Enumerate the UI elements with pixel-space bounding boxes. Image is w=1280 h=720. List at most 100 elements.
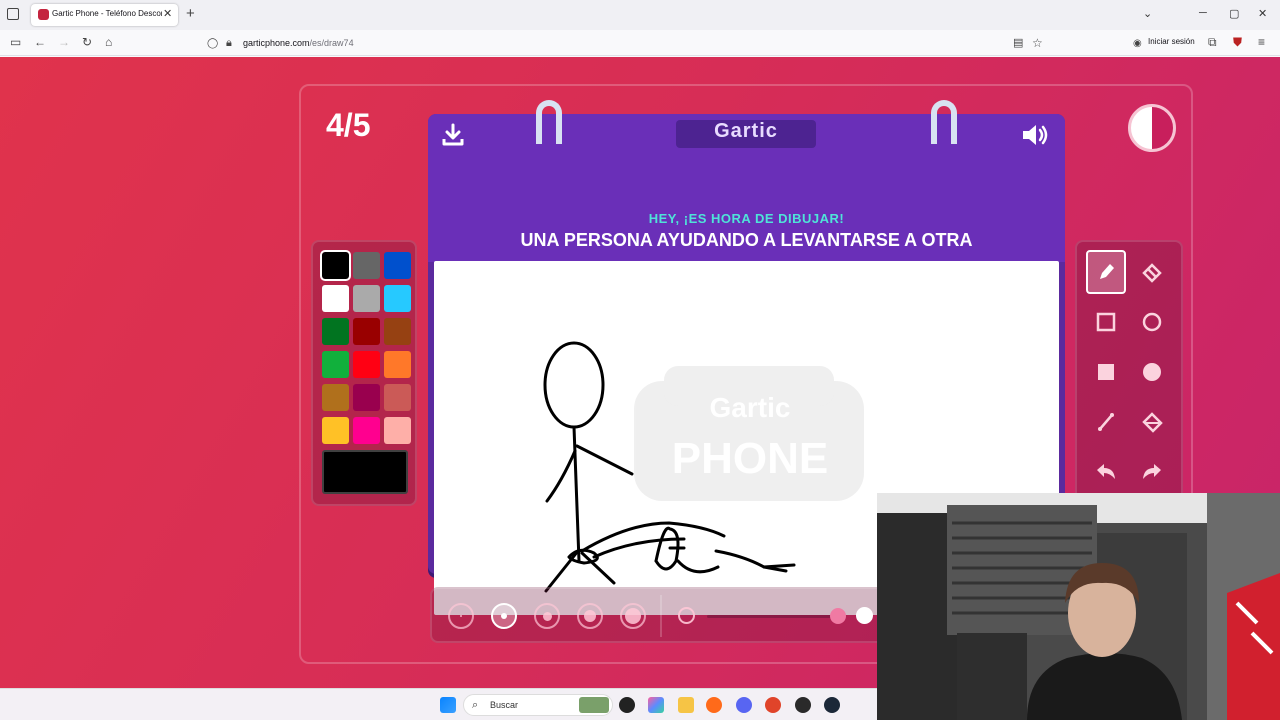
- browser-navbar: ▭ ← → ↻ ⌂ ◯ 🔒︎ garticphone.com/es/draw74…: [0, 30, 1280, 56]
- search-icon: ⌕: [472, 699, 479, 711]
- size-dot: [542, 611, 552, 621]
- reload-icon[interactable]: ↻: [82, 35, 92, 49]
- color-swatch[interactable]: [384, 384, 411, 411]
- brush-size-4[interactable]: [577, 603, 603, 629]
- contrast-toggle-icon[interactable]: [1128, 104, 1176, 152]
- new-tab-button[interactable]: +: [186, 6, 195, 22]
- draw-prompt: UNA PERSONA AYUDANDO A LEVANTARSE A OTRA: [520, 230, 973, 250]
- draw-subtitle: HEY, ¡ES HORA DE DIBUJAR!: [648, 211, 845, 226]
- opacity-slider-thumb[interactable]: [830, 608, 846, 624]
- round-counter: 4/5: [326, 107, 371, 143]
- size-dot: [584, 610, 596, 622]
- color-swatch[interactable]: [322, 417, 349, 444]
- window-close-icon[interactable]: ✕: [1258, 7, 1267, 20]
- back-arrow-icon[interactable]: ←: [34, 35, 46, 49]
- rectangle-filled-icon[interactable]: [1086, 350, 1126, 394]
- color-swatch[interactable]: [322, 318, 349, 345]
- color-swatch[interactable]: [353, 285, 380, 312]
- brush-size-1[interactable]: [448, 603, 474, 629]
- menu-icon[interactable]: ≡: [1258, 35, 1265, 49]
- color-swatch[interactable]: [384, 417, 411, 444]
- browser-tab[interactable]: Gartic Phone - Teléfono Descon ✕: [31, 4, 178, 26]
- rectangle-outline-icon[interactable]: [1086, 300, 1126, 344]
- windows-taskbar: ⌕ Buscar: [0, 688, 877, 720]
- file-explorer-icon[interactable]: [678, 697, 694, 713]
- reader-view-icon[interactable]: ▤: [1013, 36, 1023, 50]
- app-icon[interactable]: [619, 697, 635, 713]
- url-domain: garticphone.com: [243, 38, 310, 48]
- sidebar-toggle-icon[interactable]: ▭: [10, 35, 21, 49]
- redo-icon[interactable]: [1132, 450, 1172, 494]
- copilot-icon[interactable]: [648, 697, 664, 713]
- color-swatch[interactable]: [322, 384, 349, 411]
- bar-divider: [660, 595, 662, 637]
- tab-list-icon[interactable]: [7, 8, 19, 20]
- obs-icon[interactable]: [795, 697, 811, 713]
- extensions-icon[interactable]: ⧉: [1208, 35, 1217, 49]
- address-bar[interactable]: ◯ 🔒︎ garticphone.com/es/draw74 ▤ ☆: [200, 33, 1056, 53]
- circle-filled-icon[interactable]: [1132, 350, 1172, 394]
- brush-size-5[interactable]: [620, 603, 646, 629]
- color-swatch[interactable]: [353, 417, 380, 444]
- line-icon[interactable]: [1086, 400, 1126, 444]
- discord-icon[interactable]: [736, 697, 752, 713]
- tab-overflow-chevron-icon[interactable]: ⌄: [1143, 7, 1152, 20]
- color-swatch[interactable]: [322, 285, 349, 312]
- color-swatch[interactable]: [322, 351, 349, 378]
- color-swatch[interactable]: [353, 252, 380, 279]
- taskbar-search-label: Buscar: [490, 700, 519, 710]
- forward-arrow-icon[interactable]: →: [58, 35, 70, 49]
- fill-bucket-icon[interactable]: [1132, 400, 1172, 444]
- eraser-icon[interactable]: [1132, 250, 1172, 294]
- circle-outline-icon[interactable]: [1132, 300, 1172, 344]
- brave-icon[interactable]: [765, 697, 781, 713]
- gartic-logo: Gartic: [676, 120, 816, 148]
- tab-title: Gartic Phone - Teléfono Descon: [52, 9, 162, 18]
- tracking-shield-icon[interactable]: ◯: [207, 37, 218, 51]
- size-dot: [501, 613, 507, 619]
- signin-button[interactable]: Iniciar sesión: [1148, 37, 1195, 46]
- windows-start-icon[interactable]: [440, 697, 456, 713]
- tool-panel: [1075, 240, 1183, 500]
- minimize-icon[interactable]: ─: [1199, 7, 1207, 19]
- color-swatch[interactable]: [384, 285, 411, 312]
- account-icon[interactable]: ◉: [1133, 37, 1142, 51]
- search-highlight-icon: [579, 697, 609, 713]
- color-swatch[interactable]: [384, 252, 411, 279]
- home-icon[interactable]: ⌂: [105, 35, 112, 49]
- download-icon[interactable]: [440, 122, 466, 148]
- binder-ring-left: [536, 100, 562, 144]
- bookmark-star-icon[interactable]: ☆: [1032, 36, 1043, 50]
- binder-ring-right: [931, 100, 957, 144]
- color-swatch[interactable]: [353, 318, 380, 345]
- color-swatch[interactable]: [320, 250, 351, 281]
- size-dot: [625, 608, 641, 624]
- maximize-icon[interactable]: ▢: [1229, 7, 1239, 20]
- ublock-icon[interactable]: ⛊: [1233, 35, 1242, 49]
- watermark-text-2: PHONE: [672, 434, 828, 483]
- board-header: Gartic HEY, ¡ES HORA DE DIBUJAR! UNA PER…: [428, 100, 1065, 262]
- brush-size-3[interactable]: [534, 603, 560, 629]
- color-swatch[interactable]: [353, 384, 380, 411]
- pencil-icon[interactable]: [1086, 250, 1126, 294]
- tab-close-icon[interactable]: ✕: [163, 7, 172, 20]
- steam-icon[interactable]: [824, 697, 840, 713]
- undo-icon[interactable]: [1086, 450, 1126, 494]
- opacity-slider-track[interactable]: [707, 615, 837, 618]
- lock-icon[interactable]: 🔒︎: [226, 36, 232, 50]
- browser-tab-bar: Gartic Phone - Teléfono Descon ✕ + ⌄ ─ ▢…: [0, 0, 1280, 30]
- color-swatch[interactable]: [384, 318, 411, 345]
- brush-size-2[interactable]: [491, 603, 517, 629]
- firefox-icon[interactable]: [706, 697, 722, 713]
- webcam-video: [877, 493, 1280, 720]
- url-text[interactable]: garticphone.com/es/draw74: [243, 38, 354, 48]
- taskbar-search[interactable]: ⌕ Buscar: [463, 694, 613, 716]
- watermark: Gartic PHONE: [634, 366, 864, 501]
- opacity-min-icon: [678, 607, 695, 624]
- color-swatch[interactable]: [384, 351, 411, 378]
- opacity-max-icon: [856, 607, 873, 624]
- sound-icon[interactable]: [1020, 122, 1050, 148]
- logo-text: Gartic: [714, 120, 778, 142]
- watermark-text-1: Gartic: [710, 392, 791, 423]
- color-swatch[interactable]: [353, 351, 380, 378]
